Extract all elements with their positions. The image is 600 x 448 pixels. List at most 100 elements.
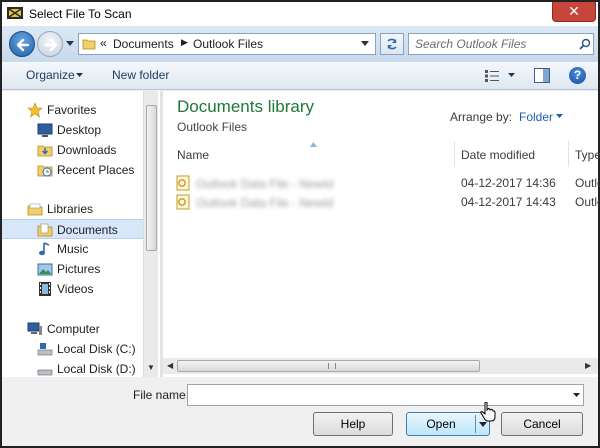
library-subtitle: Outlook Files xyxy=(177,120,248,134)
organize-menu[interactable]: Organize xyxy=(26,68,75,82)
window-title: Select File To Scan xyxy=(29,7,132,21)
nav-documents[interactable]: Documents xyxy=(2,219,143,239)
navigation-pane: Favorites Desktop Downloads Recent Place… xyxy=(2,91,160,377)
nav-pictures-label: Pictures xyxy=(57,262,101,276)
scrollbar-grip xyxy=(328,363,336,369)
cancel-button[interactable]: Cancel xyxy=(501,412,583,436)
split-divider xyxy=(475,415,476,433)
column-name[interactable]: Name xyxy=(177,148,209,162)
music-icon xyxy=(39,242,50,256)
nav-local-disk-d[interactable]: Local Disk (D:) xyxy=(2,359,143,379)
nav-local-disk-c-label: Local Disk (C:) xyxy=(57,342,136,356)
command-toolbar: Organize New folder ? xyxy=(2,62,598,90)
file-name-input[interactable] xyxy=(188,385,563,405)
address-overflow-chevron[interactable]: « xyxy=(100,36,107,50)
refresh-button[interactable] xyxy=(380,33,404,55)
file-name: Outlook Data File - NewId xyxy=(196,196,334,210)
back-arrow-icon xyxy=(16,38,30,52)
nav-pictures[interactable]: Pictures xyxy=(2,259,143,279)
forward-arrow-icon xyxy=(44,38,58,52)
nav-libraries[interactable]: Libraries xyxy=(2,199,143,219)
file-type: Outlo xyxy=(575,195,600,209)
recent-pages-dropdown-icon[interactable] xyxy=(65,38,75,48)
breadcrumb-documents[interactable]: Documents xyxy=(113,37,174,51)
nav-music[interactable]: Music xyxy=(2,239,143,259)
nav-videos[interactable]: Videos xyxy=(2,279,143,299)
pictures-icon xyxy=(37,263,53,276)
help-button[interactable]: Help xyxy=(313,412,393,436)
nav-recent-places-label: Recent Places xyxy=(57,163,135,177)
nav-desktop[interactable]: Desktop xyxy=(2,120,143,140)
scroll-right-arrow-icon[interactable]: ▶ xyxy=(585,361,591,370)
search-icon[interactable] xyxy=(579,38,591,50)
hand-cursor-icon xyxy=(480,402,496,422)
close-button[interactable]: ✕ xyxy=(552,2,596,22)
chevron-down-icon[interactable] xyxy=(573,393,580,398)
column-header: Name Date modified Type xyxy=(163,141,600,167)
nav-desktop-label: Desktop xyxy=(57,123,102,137)
chevron-down-icon[interactable] xyxy=(76,73,83,78)
star-icon xyxy=(27,102,43,118)
nav-documents-label: Documents xyxy=(57,223,118,237)
drive-icon xyxy=(37,343,53,356)
content-horizontal-scrollbar[interactable]: ◀ ▶ xyxy=(163,358,598,374)
nav-computer[interactable]: Computer xyxy=(2,319,143,339)
file-row[interactable]: Outlook Data File - NewId 04-12-2017 14:… xyxy=(176,174,600,192)
refresh-icon xyxy=(387,38,397,50)
column-separator[interactable] xyxy=(454,141,455,167)
scroll-left-arrow-icon[interactable]: ◀ xyxy=(167,361,173,370)
libraries-icon xyxy=(27,203,43,216)
nav-computer-label: Computer xyxy=(47,322,100,336)
nav-recent-places[interactable]: Recent Places xyxy=(2,160,143,180)
column-date-modified[interactable]: Date modified xyxy=(461,148,535,162)
nav-local-disk-d-label: Local Disk (D:) xyxy=(57,362,136,376)
address-dropdown-icon[interactable] xyxy=(361,41,369,47)
sort-ascending-icon xyxy=(310,142,317,147)
chip-icon xyxy=(7,7,23,19)
new-folder-button[interactable]: New folder xyxy=(112,68,169,82)
file-row[interactable]: Outlook Data File - NewId 04-12-2017 14:… xyxy=(176,193,600,211)
arrange-by-label: Arrange by: xyxy=(450,110,513,124)
address-row: « Documents ▶ Outlook Files xyxy=(2,26,598,62)
outlook-file-icon xyxy=(176,194,190,210)
folder-icon xyxy=(82,39,96,50)
column-separator[interactable] xyxy=(568,141,569,167)
scrollbar-thumb[interactable] xyxy=(146,105,157,251)
open-button[interactable]: Open xyxy=(406,412,490,436)
documents-icon xyxy=(37,223,53,237)
views-dropdown-icon[interactable] xyxy=(508,73,515,78)
breadcrumb-outlook-files[interactable]: Outlook Files xyxy=(193,37,263,51)
drive-icon xyxy=(37,369,53,376)
forward-button[interactable] xyxy=(37,31,63,57)
file-name-combobox[interactable] xyxy=(187,384,584,406)
nav-local-disk-c[interactable]: Local Disk (C:) xyxy=(2,339,143,359)
file-type: Outlo xyxy=(575,176,600,190)
preview-pane-icon[interactable] xyxy=(534,68,550,83)
breadcrumb-separator[interactable]: ▶ xyxy=(181,37,188,48)
search-box[interactable] xyxy=(408,33,594,55)
nav-vertical-scrollbar[interactable]: ▼ xyxy=(143,91,158,377)
nav-downloads[interactable]: Downloads xyxy=(2,140,143,160)
search-input[interactable] xyxy=(409,34,575,54)
scrollbar-thumb[interactable] xyxy=(177,360,480,372)
arrange-by-value[interactable]: Folder xyxy=(519,110,553,124)
address-bar[interactable]: « Documents ▶ Outlook Files xyxy=(78,33,376,55)
column-type[interactable]: Type xyxy=(575,148,600,162)
content-pane: Documents library Outlook Files Arrange … xyxy=(163,91,600,377)
chevron-down-icon[interactable] xyxy=(556,114,563,119)
library-title: Documents library xyxy=(177,97,314,116)
file-dialog-window: Select File To Scan ✕ « Documents ▶ Outl… xyxy=(0,0,600,448)
back-button[interactable] xyxy=(9,31,35,57)
dialog-footer: File name: Help Open Cancel xyxy=(2,377,598,446)
open-options-dropdown-icon[interactable] xyxy=(479,422,487,428)
nav-videos-label: Videos xyxy=(57,282,94,296)
nav-favorites[interactable]: Favorites xyxy=(2,100,143,120)
help-icon[interactable]: ? xyxy=(569,67,586,84)
views-icon[interactable] xyxy=(484,69,500,83)
recent-places-icon xyxy=(37,165,53,177)
scroll-down-arrow-icon[interactable]: ▼ xyxy=(147,363,155,372)
title-bar[interactable]: Select File To Scan ✕ xyxy=(2,2,598,26)
desktop-icon xyxy=(37,123,53,137)
file-name: Outlook Data File - NewId xyxy=(196,177,334,191)
videos-icon xyxy=(39,282,51,296)
